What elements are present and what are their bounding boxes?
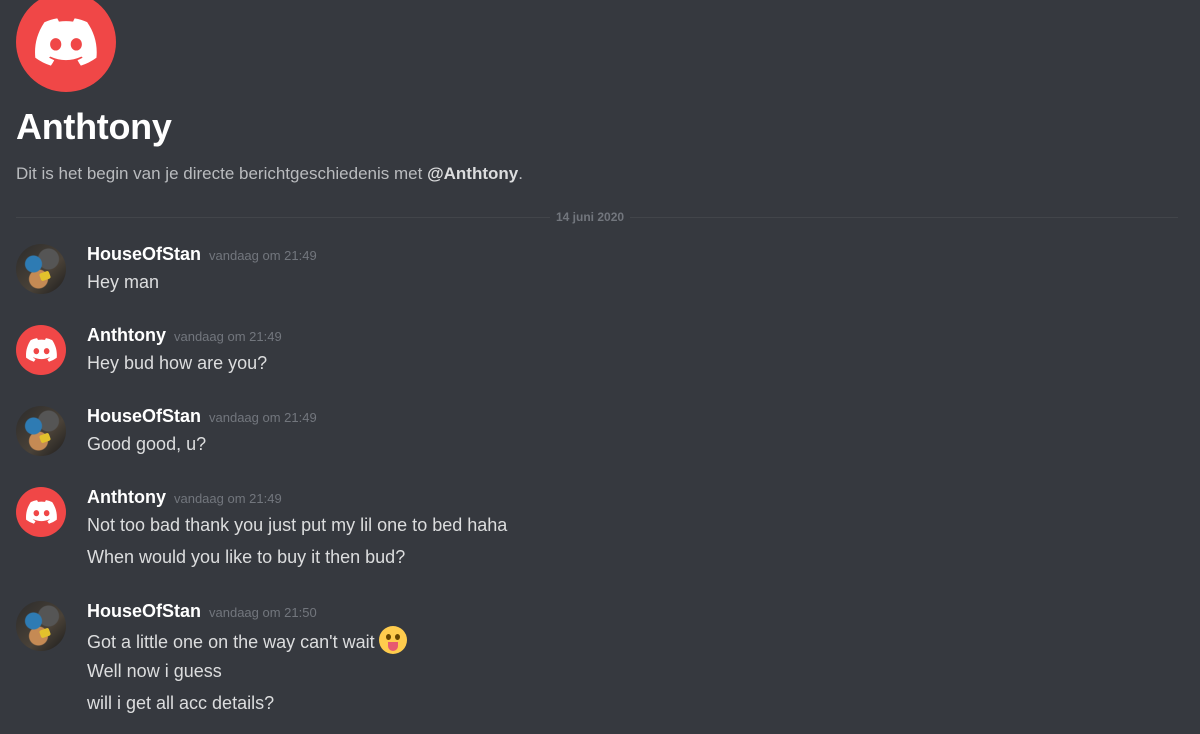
dm-recipient-title: Anthtony [16, 106, 172, 147]
message-text: Got a little one on the way can't wait [87, 631, 375, 652]
dm-channel: Anthtony Dit is het begin van je directe… [0, 0, 1200, 734]
intro-avatar[interactable] [16, 0, 116, 92]
message-text-with-emoji: Got a little one on the way can't wait [87, 626, 407, 657]
message-username[interactable]: HouseOfStan [87, 406, 201, 426]
message-text: Well now i guess [87, 661, 222, 681]
message-timestamp[interactable]: vandaag om 21:49 [174, 491, 282, 506]
avatar[interactable] [16, 244, 66, 294]
message-timestamp[interactable]: vandaag om 21:49 [209, 410, 317, 425]
message-text: Good good, u? [87, 434, 207, 454]
discord-logo-icon [35, 18, 97, 66]
message-username[interactable]: HouseOfStan [87, 601, 201, 621]
avatar[interactable] [16, 406, 66, 456]
date-divider-label: 14 juni 2020 [550, 210, 631, 224]
discord-logo-icon [25, 338, 57, 362]
avatar-photo-detail [38, 432, 52, 444]
dm-intro-description: Dit is het begin van je directe berichtg… [16, 164, 523, 184]
message-header: Anthtony vandaag om 21:49 [87, 325, 282, 346]
user-mention[interactable]: @Anthtony [427, 164, 518, 183]
message-text: will i get all acc details? [87, 693, 275, 713]
message-username[interactable]: Anthtony [87, 487, 166, 507]
message-text: Hey bud how are you? [87, 353, 268, 373]
discord-logo-icon [25, 500, 57, 524]
avatar[interactable] [16, 487, 66, 537]
message-text: When would you like to buy it then bud? [87, 547, 406, 567]
message-username[interactable]: Anthtony [87, 325, 166, 345]
message-timestamp[interactable]: vandaag om 21:49 [174, 329, 282, 344]
avatar[interactable] [16, 601, 66, 651]
message-header: HouseOfStan vandaag om 21:49 [87, 406, 317, 427]
message-username[interactable]: HouseOfStan [87, 244, 201, 264]
message-header: Anthtony vandaag om 21:49 [87, 487, 282, 508]
message-header: HouseOfStan vandaag om 21:49 [87, 244, 317, 265]
message-timestamp[interactable]: vandaag om 21:49 [209, 248, 317, 263]
message-timestamp[interactable]: vandaag om 21:50 [209, 605, 317, 620]
tongue-out-face-emoji[interactable] [378, 626, 407, 654]
message-text: Hey man [87, 272, 160, 292]
avatar-photo-detail [38, 627, 52, 639]
message-header: HouseOfStan vandaag om 21:50 [87, 601, 317, 622]
message-text: Not too bad thank you just put my lil on… [87, 515, 508, 535]
intro-desc-suffix: . [518, 164, 523, 183]
avatar-photo-detail [38, 270, 52, 282]
avatar[interactable] [16, 325, 66, 375]
intro-desc-prefix: Dit is het begin van je directe berichtg… [16, 164, 428, 183]
